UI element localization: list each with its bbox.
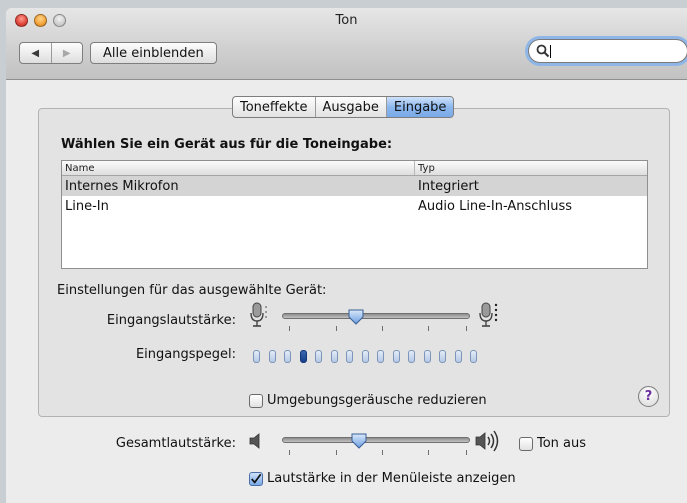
device-settings-heading: Einstellungen für das ausgewählte Gerät: [57,283,327,298]
slider-tick [336,450,337,455]
level-segment [423,350,431,363]
input-level-meter [253,350,477,363]
level-segment [408,350,415,363]
level-segment [346,350,353,363]
input-volume-slider-thumb[interactable] [347,308,365,326]
slider-tick [289,450,290,455]
level-segment [330,350,338,363]
output-volume-track[interactable] [282,437,470,443]
search-field[interactable] [528,39,687,63]
microphone-high-icon [479,302,498,327]
tab-sound-effects[interactable]: Toneffekte [233,97,315,117]
checkmark-icon [251,473,262,484]
slider-tick [336,326,337,331]
search-icon [536,44,550,58]
slider-tick [466,450,467,455]
device-table: Name Typ Internes Mikrofon Integriert Li… [61,160,648,269]
table-row[interactable]: Internes Mikrofon Integriert [62,176,647,196]
noise-reduction-label: Umgebungsgeräusche reduzieren [267,393,487,408]
level-segment [470,350,477,363]
menubar-volume-label: Lautstärke in der Menüleiste anzeigen [267,471,516,486]
slider-tick [289,326,290,331]
mute-checkbox[interactable] [519,436,533,451]
tab-bar: Toneffekte Ausgabe Eingabe [232,96,455,118]
show-all-button[interactable]: Alle einblenden [90,42,217,64]
output-volume-slider-thumb[interactable] [350,432,368,450]
slider-tick [466,326,467,331]
level-segment [268,350,276,363]
level-segment [361,350,369,363]
speaker-low-icon [249,433,260,449]
output-volume-label: Gesamtlautstärke: [115,436,236,451]
slider-tick [382,326,383,331]
table-row[interactable]: Line-In Audio Line-In-Anschluss [62,196,647,216]
device-type: Integriert [418,178,479,194]
navigation-buttons: ◀ ▶ [19,42,83,64]
slider-tick [428,326,429,331]
level-segment [284,350,291,363]
menubar-volume-option[interactable]: Lautstärke in der Menüleiste anzeigen [249,471,516,486]
window-title: Ton [335,13,358,28]
device-type: Audio Line-In-Anschluss [418,198,573,214]
input-volume-label: Eingangslautstärke: [106,313,236,328]
level-segment [253,350,260,363]
tab-output[interactable]: Ausgabe [314,97,386,117]
tab-input[interactable]: Eingabe [385,97,454,117]
sound-preferences-window: Ton ◀ ▶ Alle einblenden Toneffekte Ausga… [6,8,687,503]
noise-reduction-option[interactable]: Umgebungsgeräusche reduzieren [249,393,487,408]
back-button[interactable]: ◀ [20,43,51,63]
help-button[interactable]: ? [638,386,659,407]
column-header-name[interactable]: Name [62,161,414,175]
level-segment [299,350,307,363]
slider-tick [428,450,429,455]
column-header-type[interactable]: Typ [414,161,647,175]
device-select-heading: Wählen Sie ein Gerät aus für die Toneing… [61,137,393,152]
noise-reduction-checkbox[interactable] [249,393,263,408]
level-segment [377,350,384,363]
mute-option[interactable]: Ton aus [519,436,586,451]
slider-tick [382,450,383,455]
mute-label: Ton aus [537,436,587,451]
level-segment [315,350,322,363]
device-name: Line-In [65,198,109,214]
table-header: Name Typ [62,161,647,176]
device-name: Internes Mikrofon [65,178,179,194]
forward-button[interactable]: ▶ [50,43,83,63]
microphone-low-icon [250,302,267,327]
search-input[interactable] [553,43,673,59]
level-segment [392,350,400,363]
level-segment [439,350,446,363]
titlebar: Ton ◀ ▶ Alle einblenden [6,8,687,80]
text-cursor [550,44,551,58]
input-level-label: Eingangspegel: [135,347,236,362]
input-volume-track[interactable] [282,313,470,319]
level-segment [454,350,462,363]
speaker-high-icon [475,430,499,452]
menubar-volume-checkbox[interactable] [249,471,263,486]
